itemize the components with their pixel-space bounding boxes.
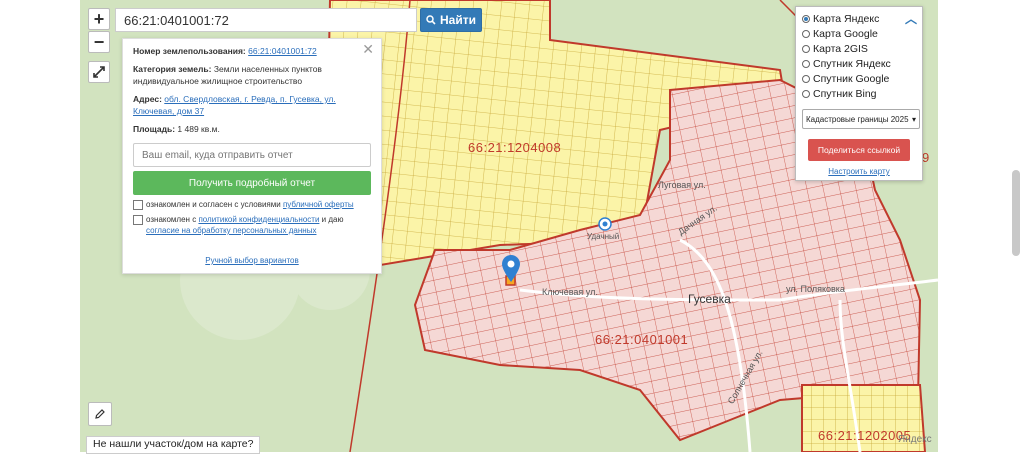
offer-consent-text: ознакомлен и согласен с условиями	[146, 200, 281, 209]
area-value: 1 489 кв.м.	[177, 124, 220, 134]
edge-label: 9	[922, 150, 930, 165]
share-link-button[interactable]: Поделиться ссылкой	[808, 139, 910, 161]
town-label: Гусевка	[688, 292, 731, 306]
chevron-down-icon: ▾	[911, 114, 916, 124]
privacy-consent: ознакомлен с политикой конфиденциальност…	[133, 214, 371, 236]
manual-select-row: Ручной выбор вариантов	[133, 256, 371, 265]
street-label: Луговая ул.	[658, 180, 706, 190]
pencil-icon	[95, 409, 105, 419]
zoom-in-button[interactable]: +	[88, 8, 110, 30]
layer-option-label: Карта Яндекс	[813, 12, 880, 25]
parcel-number-link[interactable]: 66:21:0401001:72	[248, 46, 317, 56]
boundaries-select[interactable]: Кадастровые границы 2025 ▾	[802, 109, 920, 129]
offer-link[interactable]: публичной оферты	[283, 200, 354, 209]
poi-label: Удачный	[587, 232, 620, 241]
close-icon[interactable]: ✕	[362, 41, 374, 58]
category-row: Категория земель: Земли населенных пункт…	[133, 63, 371, 87]
layer-option[interactable]: Карта 2GIS	[802, 41, 916, 56]
layer-option[interactable]: Спутник Яндекс	[802, 56, 916, 71]
radio-button[interactable]	[802, 59, 810, 68]
parcel-number-label: Номер землепользования:	[133, 46, 246, 56]
boundaries-select-value: Кадастровые границы 2025	[806, 114, 909, 124]
radio-button[interactable]	[802, 14, 810, 23]
radio-button[interactable]	[802, 74, 810, 83]
layer-option[interactable]: Карта Яндекс	[802, 11, 916, 26]
poi-icon[interactable]	[598, 217, 612, 231]
street-label: Ключевая ул.	[542, 287, 598, 297]
zoom-out-button[interactable]: −	[88, 31, 110, 53]
not-found-button[interactable]: Не нашли участок/дом на карте?	[86, 436, 261, 454]
chevron-up-icon[interactable]: ︿	[905, 10, 917, 27]
area-row: Площадь: 1 489 кв.м.	[133, 123, 371, 135]
address-row: Адрес: обл. Свердловская, г. Ревда, п. Г…	[133, 93, 371, 117]
search-button-label: Найти	[440, 13, 476, 27]
cadastral-label: 66:21:1204008	[468, 140, 562, 155]
layer-option[interactable]: Карта Google	[802, 26, 916, 41]
layer-option-label: Спутник Bing	[813, 87, 877, 100]
address-label: Адрес:	[133, 94, 162, 104]
map-watermark: Яндекс	[898, 434, 932, 445]
privacy-checkbox[interactable]	[133, 215, 143, 225]
parcel-number-row: Номер землепользования: 66:21:0401001:72	[133, 45, 371, 57]
radio-button[interactable]	[802, 44, 810, 53]
expand-icon	[93, 66, 105, 78]
configure-row: Настроить карту	[802, 167, 916, 176]
layer-option-label: Спутник Яндекс	[813, 57, 891, 70]
draw-button[interactable]	[88, 402, 112, 426]
radio-button[interactable]	[802, 89, 810, 98]
manual-select-link[interactable]: Ручной выбор вариантов	[205, 256, 298, 265]
radio-button[interactable]	[802, 29, 810, 38]
personal-data-link[interactable]: согласие на обработку персональных данны…	[146, 226, 316, 235]
street-label: ул. Поляковка	[786, 284, 845, 294]
offer-consent: ознакомлен и согласен с условиями публич…	[133, 199, 371, 210]
search-input[interactable]	[115, 8, 417, 32]
offer-checkbox[interactable]	[133, 200, 143, 210]
map-layers-panel: ︿ Карта Яндекс Карта Google Карта 2GIS Спут…	[795, 6, 923, 181]
parcel-info-panel: ✕ Номер землепользования: 66:21:0401001:…	[122, 38, 382, 274]
privacy-consent-text: ознакомлен с	[146, 215, 197, 224]
privacy-policy-link[interactable]: политикой конфиденциальности	[198, 215, 319, 224]
search-icon	[426, 15, 436, 25]
layer-list: Карта Яндекс Карта Google Карта 2GIS Спутни…	[802, 11, 916, 101]
layer-option-label: Карта 2GIS	[813, 42, 868, 55]
address-link[interactable]: обл. Свердловская, г. Ревда, п. Гусевка,…	[133, 94, 336, 116]
cadastral-label: 66:21:0401001	[595, 332, 689, 347]
configure-map-link[interactable]: Настроить карту	[828, 167, 889, 176]
layer-option-label: Карта Google	[813, 27, 878, 40]
category-label: Категория земель:	[133, 64, 212, 74]
layer-option[interactable]: Спутник Google	[802, 71, 916, 86]
area-label: Площадь:	[133, 124, 176, 134]
layer-option[interactable]: Спутник Bing	[802, 86, 916, 101]
search-button[interactable]: Найти	[420, 8, 482, 32]
get-report-button[interactable]: Получить подробный отчет	[133, 171, 371, 195]
page-scrollbar[interactable]	[1012, 170, 1020, 256]
fullscreen-button[interactable]	[88, 61, 110, 83]
email-field[interactable]	[133, 143, 371, 167]
privacy-consent-mid: и даю	[321, 215, 344, 224]
layer-option-label: Спутник Google	[813, 72, 890, 85]
